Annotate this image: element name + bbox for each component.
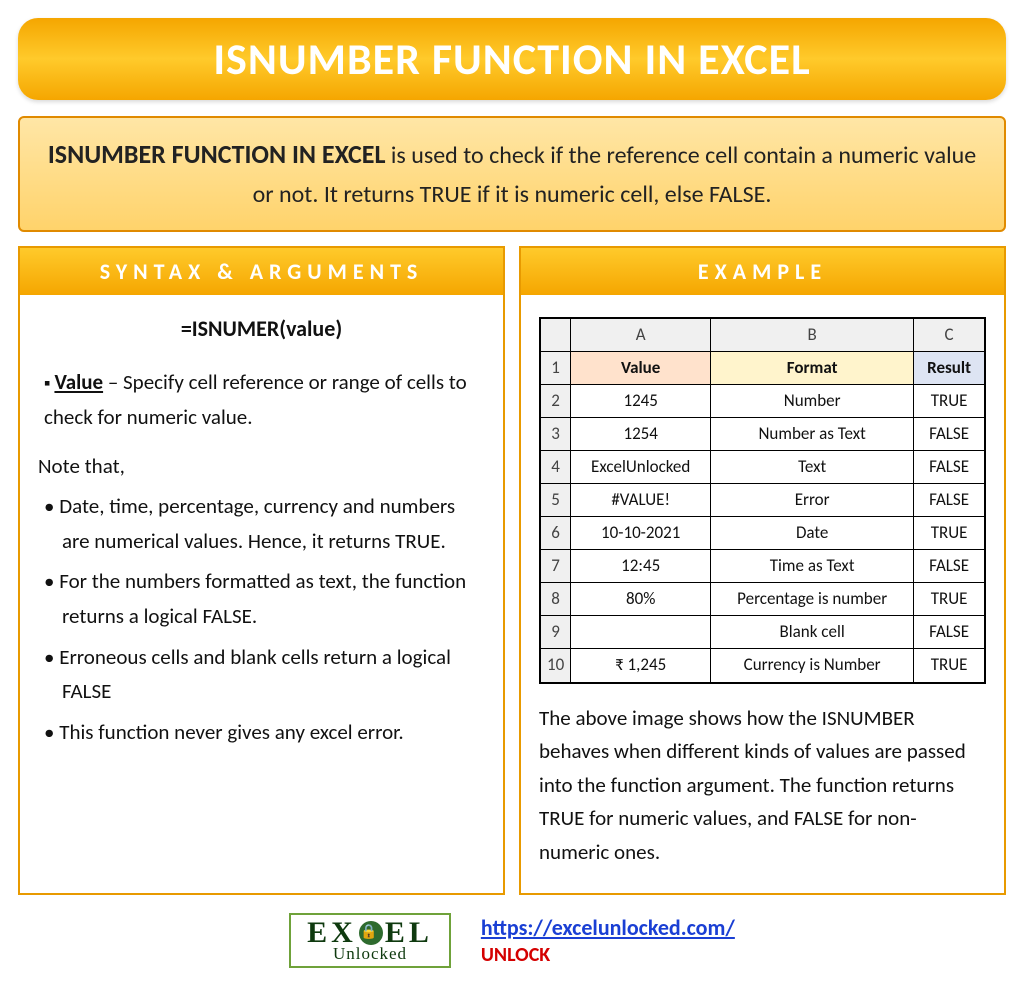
cell-value: 80% bbox=[571, 583, 711, 616]
syntax-panel: SYNTAX & ARGUMENTS =ISNUMER(value) Value… bbox=[18, 246, 505, 895]
example-table-wrap: A B C 1 Value Format Result 21245NumberT… bbox=[539, 317, 986, 684]
footer: EX 🔒 EL Unlocked https://excelunlocked.c… bbox=[18, 913, 1006, 968]
cell-result: FALSE bbox=[914, 418, 985, 451]
logo-wordmark: EX 🔒 EL bbox=[307, 919, 433, 946]
syntax-header: SYNTAX & ARGUMENTS bbox=[20, 248, 503, 295]
cell-format: Blank cell bbox=[711, 616, 914, 649]
row-num: 6 bbox=[541, 517, 571, 550]
note-label: Note that, bbox=[38, 449, 485, 484]
table-row: 712:45Time as TextFALSE bbox=[541, 550, 985, 583]
cell-result: TRUE bbox=[914, 649, 985, 682]
cell-result: TRUE bbox=[914, 385, 985, 418]
argument-desc: – Specify cell reference or range of cel… bbox=[44, 369, 467, 430]
columns-container: SYNTAX & ARGUMENTS =ISNUMER(value) Value… bbox=[18, 246, 1006, 895]
table-row: 610-10-2021DateTRUE bbox=[541, 517, 985, 550]
cell-format: Time as Text bbox=[711, 550, 914, 583]
footer-url-link[interactable]: https://excelunlocked.com/ bbox=[481, 914, 735, 941]
table-row: 5#VALUE!ErrorFALSE bbox=[541, 484, 985, 517]
logo-text-left: EX bbox=[307, 919, 357, 946]
syntax-body: =ISNUMER(value) Value – Specify cell ref… bbox=[20, 295, 503, 780]
cell-value: #VALUE! bbox=[571, 484, 711, 517]
description-box: ISNUMBER FUNCTION IN EXCEL is used to ch… bbox=[18, 116, 1006, 232]
logo-text-right: EL bbox=[385, 919, 433, 946]
footer-links: https://excelunlocked.com/ UNLOCK bbox=[481, 914, 735, 967]
header-format: Format bbox=[711, 352, 914, 385]
note-item: For the numbers formatted as text, the f… bbox=[44, 564, 485, 633]
cell-format: Date bbox=[711, 517, 914, 550]
table-row: 10₹ 1,245Currency is NumberTRUE bbox=[541, 649, 985, 682]
cell-value bbox=[571, 616, 711, 649]
col-letter-a: A bbox=[571, 318, 711, 351]
cell-result: TRUE bbox=[914, 517, 985, 550]
row-num: 7 bbox=[541, 550, 571, 583]
header-value: Value bbox=[571, 352, 711, 385]
table-col-header-row: A B C bbox=[541, 318, 985, 351]
cell-format: Number as Text bbox=[711, 418, 914, 451]
table-row: 9 Blank cellFALSE bbox=[541, 616, 985, 649]
note-item: This function never gives any excel erro… bbox=[44, 715, 485, 750]
cell-result: FALSE bbox=[914, 616, 985, 649]
note-item: Date, time, percentage, currency and num… bbox=[44, 489, 485, 558]
cell-format: Currency is Number bbox=[711, 649, 914, 682]
example-caption: The above image shows how the ISNUMBER b… bbox=[539, 702, 986, 870]
example-panel: EXAMPLE A B C 1 Value Format Result bbox=[519, 246, 1006, 895]
cell-result: TRUE bbox=[914, 583, 985, 616]
table-header-row: 1 Value Format Result bbox=[541, 352, 985, 385]
cell-value: ExcelUnlocked bbox=[571, 451, 711, 484]
col-letter-c: C bbox=[914, 318, 985, 351]
cell-result: FALSE bbox=[914, 550, 985, 583]
table-row: 21245NumberTRUE bbox=[541, 385, 985, 418]
cell-result: FALSE bbox=[914, 484, 985, 517]
cell-format: Error bbox=[711, 484, 914, 517]
example-body: A B C 1 Value Format Result 21245NumberT… bbox=[521, 295, 1004, 893]
cell-value: ₹ 1,245 bbox=[571, 649, 711, 682]
table-row: 4ExcelUnlockedTextFALSE bbox=[541, 451, 985, 484]
page-title: ISNUMBER FUNCTION IN EXCEL bbox=[213, 32, 810, 86]
cell-result: FALSE bbox=[914, 451, 985, 484]
table-row: 31254Number as TextFALSE bbox=[541, 418, 985, 451]
description-bold: ISNUMBER FUNCTION IN EXCEL bbox=[48, 138, 386, 170]
argument-item: Value – Specify cell reference or range … bbox=[44, 365, 485, 434]
cell-value: 10-10-2021 bbox=[571, 517, 711, 550]
row-num: 2 bbox=[541, 385, 571, 418]
row-num: 3 bbox=[541, 418, 571, 451]
row-num: 5 bbox=[541, 484, 571, 517]
notes-list: Date, time, percentage, currency and num… bbox=[38, 489, 485, 749]
lock-icon: 🔒 bbox=[359, 921, 383, 945]
row-num: 1 bbox=[541, 352, 571, 385]
row-num: 9 bbox=[541, 616, 571, 649]
example-header: EXAMPLE bbox=[521, 248, 1004, 295]
cell-value: 12:45 bbox=[571, 550, 711, 583]
cell-format: Text bbox=[711, 451, 914, 484]
cell-format: Number bbox=[711, 385, 914, 418]
row-num: 10 bbox=[541, 649, 571, 682]
argument-list: Value – Specify cell reference or range … bbox=[38, 365, 485, 434]
table-corner bbox=[541, 318, 571, 351]
table-row: 880%Percentage is numberTRUE bbox=[541, 583, 985, 616]
header-result: Result bbox=[914, 352, 985, 385]
col-letter-b: B bbox=[711, 318, 914, 351]
cell-format: Percentage is number bbox=[711, 583, 914, 616]
row-num: 4 bbox=[541, 451, 571, 484]
example-table: A B C 1 Value Format Result 21245NumberT… bbox=[540, 318, 985, 683]
footer-unlock-label: UNLOCK bbox=[481, 943, 735, 967]
note-item: Erroneous cells and blank cells return a… bbox=[44, 640, 485, 709]
cell-value: 1245 bbox=[571, 385, 711, 418]
cell-value: 1254 bbox=[571, 418, 711, 451]
argument-name: Value bbox=[54, 369, 103, 395]
logo: EX 🔒 EL Unlocked bbox=[289, 913, 451, 968]
syntax-formula: =ISNUMER(value) bbox=[38, 311, 485, 347]
row-num: 8 bbox=[541, 583, 571, 616]
page-title-banner: ISNUMBER FUNCTION IN EXCEL bbox=[18, 18, 1006, 100]
